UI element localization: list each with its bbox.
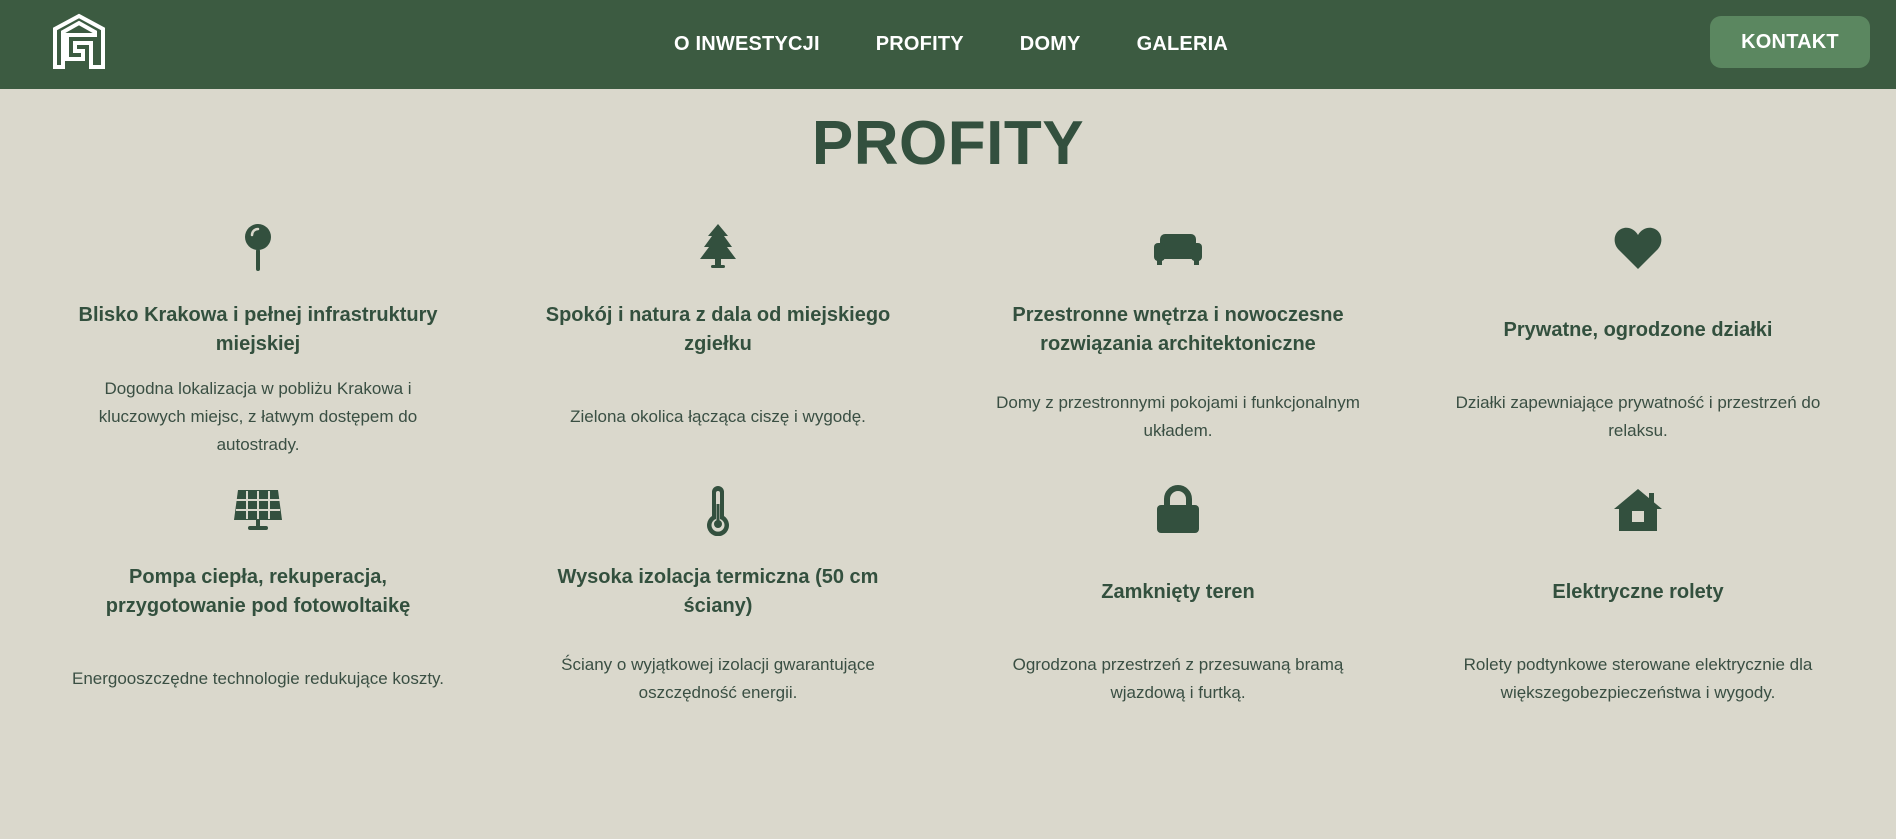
feature-description: Domy z przestronnymi pokojami i funkcjon… <box>996 393 1360 440</box>
feature-card: Przestronne wnętrza i nowoczesne rozwiąz… <box>948 222 1408 484</box>
feature-title: Blisko Krakowa i pełnej infrastruktury m… <box>78 304 438 355</box>
solar-panel-icon <box>232 484 284 536</box>
map-pin-icon <box>232 222 284 274</box>
feature-description: Zielona okolica łącząca ciszę i wygodę. <box>570 407 866 426</box>
kontakt-button[interactable]: KONTAKT <box>1710 16 1870 68</box>
feature-title: Przestronne wnętrza i nowoczesne rozwiąz… <box>1012 304 1344 355</box>
nav-item-o-inwestycji[interactable]: O INWESTYCJI <box>674 33 820 56</box>
feature-title: Wysoka izolacja termiczna (50 cm ściany) <box>557 566 879 617</box>
feature-description: Ściany o wyjątkowej izolacji gwarantując… <box>561 655 875 702</box>
features-grid: Blisko Krakowa i pełnej infrastruktury m… <box>28 222 1868 744</box>
main-nav: O INWESTYCJI PROFITY DOMY GALERIA <box>0 0 1896 89</box>
feature-card: Zamknięty teren Ogrodzona przestrzeń z p… <box>948 484 1408 744</box>
feature-title: Pompa ciepła, rekuperacja, przygotowanie… <box>105 566 411 617</box>
feature-description: Dogodna lokalizacja w pobliżu Krakowa i … <box>98 379 418 454</box>
feature-title: Zamknięty teren <box>1101 580 1255 603</box>
feature-description: Ogrodzona przestrzeń z przesuwaną bramą … <box>1012 655 1344 702</box>
section-title: PROFITY <box>811 109 1085 178</box>
house-icon <box>1612 484 1664 536</box>
nav-item-domy[interactable]: DOMY <box>1020 33 1081 56</box>
site-header: O INWESTYCJI PROFITY DOMY GALERIA KONTAK… <box>0 0 1896 89</box>
feature-card: Prywatne, ogrodzone działki Działki zape… <box>1408 222 1868 484</box>
nav-item-profity[interactable]: PROFITY <box>876 33 964 56</box>
feature-card: Elektryczne rolety Rolety podtynkowe ste… <box>1408 484 1868 744</box>
couch-icon <box>1152 222 1204 274</box>
feature-card: Blisko Krakowa i pełnej infrastruktury m… <box>28 222 488 484</box>
lock-icon <box>1152 484 1204 536</box>
feature-title: Spokój i natura z dala od miejskiego zgi… <box>545 304 891 355</box>
feature-title: Prywatne, ogrodzone działki <box>1503 318 1773 341</box>
nav-item-galeria[interactable]: GALERIA <box>1137 33 1228 56</box>
feature-description: Energooszczędne technologie redukujące k… <box>71 669 445 688</box>
heart-icon <box>1612 222 1664 274</box>
feature-description: Działki zapewniające prywatność i przest… <box>1455 393 1821 440</box>
feature-card: Wysoka izolacja termiczna (50 cm ściany)… <box>488 484 948 744</box>
tree-icon <box>692 222 744 274</box>
thermometer-icon <box>692 484 744 536</box>
feature-title: Elektryczne rolety <box>1552 580 1724 603</box>
feature-card: Pompa ciepła, rekuperacja, przygotowanie… <box>28 484 488 744</box>
feature-description: Rolety podtynkowe sterowane elektrycznie… <box>1463 655 1813 702</box>
logo-icon[interactable] <box>50 13 108 71</box>
feature-card: Spokój i natura z dala od miejskiego zgi… <box>488 222 948 484</box>
